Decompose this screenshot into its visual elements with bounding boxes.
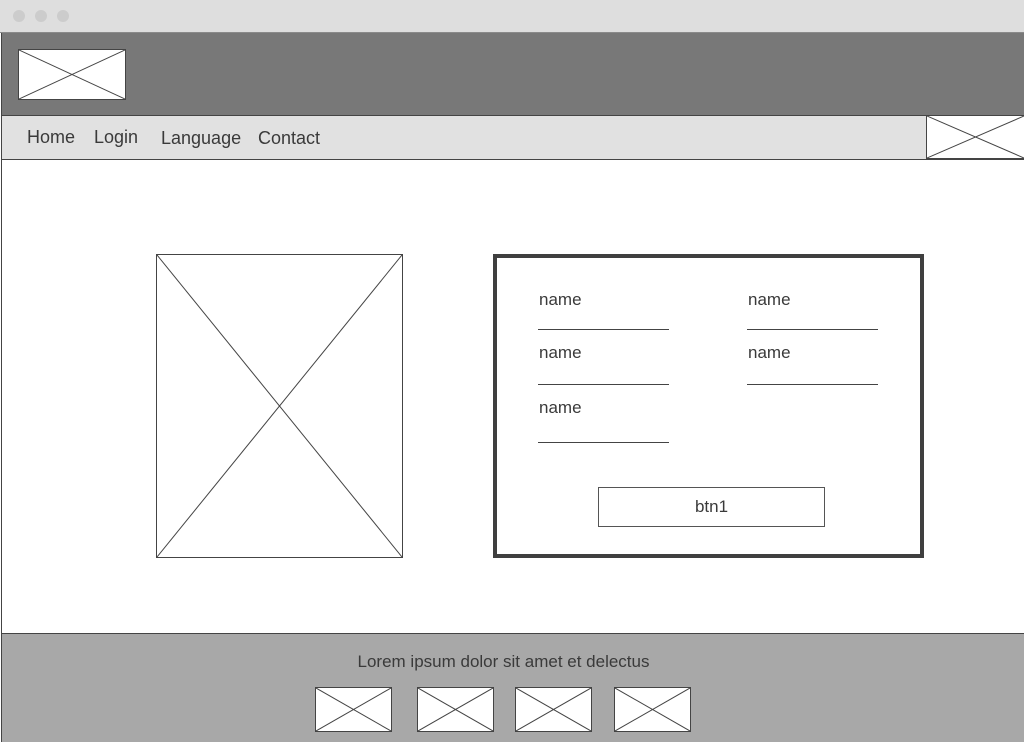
field-label: name: [539, 343, 582, 362]
field-underline: [538, 384, 669, 385]
logo-image-placeholder-icon[interactable]: [18, 49, 126, 100]
field-underline: [747, 384, 878, 385]
name-field-3[interactable]: name: [538, 343, 669, 385]
window-titlebar: [0, 0, 1024, 33]
field-label: name: [539, 290, 582, 309]
field-underline: [538, 442, 669, 443]
nav-item-contact[interactable]: Contact: [258, 128, 320, 149]
nav-item-language[interactable]: Language: [161, 128, 241, 149]
nav-bar: Home Login Language Contact: [1, 115, 1024, 160]
site-header: [1, 33, 1024, 115]
nav-item-login[interactable]: Login: [94, 127, 138, 148]
footer-image-placeholder-icon-3[interactable]: [515, 687, 592, 732]
field-underline: [538, 329, 669, 330]
footer-text: Lorem ipsum dolor sit amet et delectus: [357, 652, 650, 671]
btn1-button[interactable]: btn1: [598, 487, 825, 527]
main-image-placeholder-icon: [156, 254, 403, 558]
field-label: name: [539, 398, 582, 417]
maximize-window-dot[interactable]: [57, 10, 69, 22]
field-label: name: [748, 343, 791, 362]
field-underline: [747, 329, 878, 330]
nav-image-placeholder-icon[interactable]: [926, 115, 1024, 159]
close-window-dot[interactable]: [13, 10, 25, 22]
name-field-2[interactable]: name: [747, 290, 878, 330]
site-footer: Lorem ipsum dolor sit amet et delectus: [1, 633, 1024, 742]
footer-image-placeholder-icon-1[interactable]: [315, 687, 392, 732]
name-field-1[interactable]: name: [538, 290, 669, 330]
minimize-window-dot[interactable]: [35, 10, 47, 22]
field-label: name: [748, 290, 791, 309]
footer-image-placeholder-icon-2[interactable]: [417, 687, 494, 732]
name-field-4[interactable]: name: [747, 343, 878, 385]
footer-image-placeholder-icon-4[interactable]: [614, 687, 691, 732]
name-field-5[interactable]: name: [538, 398, 669, 443]
nav-item-home[interactable]: Home: [27, 127, 75, 148]
